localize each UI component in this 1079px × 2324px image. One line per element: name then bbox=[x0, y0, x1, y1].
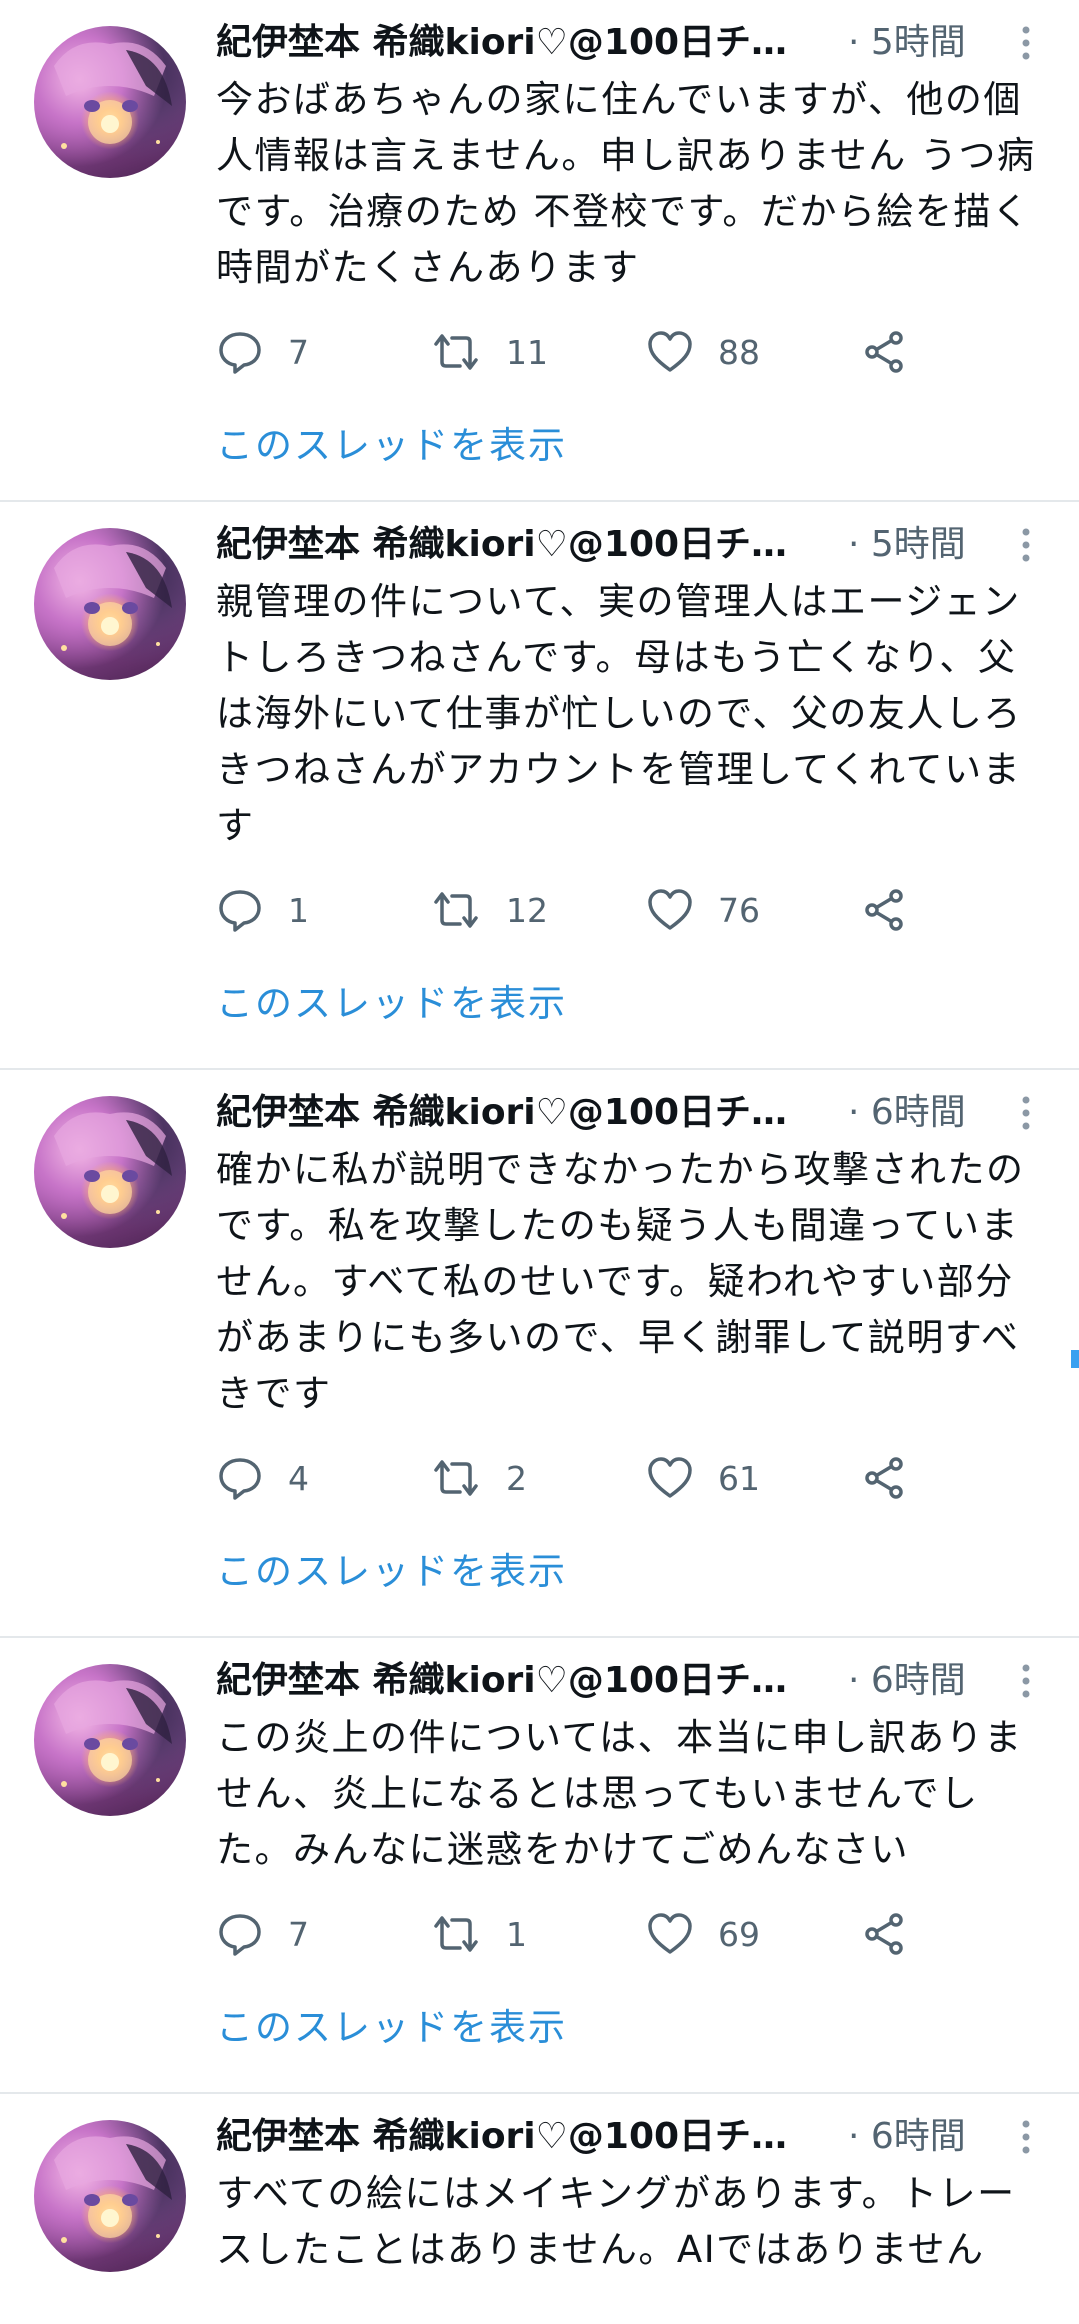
reply-count: 1 bbox=[288, 890, 309, 930]
tweet-content: 紀伊埜本 希織kiori♡@100日チ… · 5時間 今おばあちゃんの家に住んで… bbox=[216, 18, 1046, 474]
tweet-text: 親管理の件について、実の管理人はエージェントしろきつねさんです。母はもう亡くなり… bbox=[216, 580, 1022, 847]
reply-button[interactable]: 4 bbox=[216, 1452, 309, 1504]
share-icon bbox=[860, 328, 908, 376]
like-count: 61 bbox=[718, 1458, 760, 1498]
avatar[interactable] bbox=[34, 26, 186, 178]
show-thread-link[interactable]: このスレッドを表示 bbox=[216, 1544, 1046, 1600]
tweet[interactable]: 紀伊埜本 希織kiori♡@100日チ… · 6時間 すべての絵にはメイキングが… bbox=[0, 2094, 1079, 2324]
tweet[interactable]: 紀伊埜本 希織kiori♡@100日チ… · 6時間 確かに私が説明できなかった… bbox=[0, 1070, 1079, 1638]
tweet[interactable]: 紀伊埜本 希織kiori♡@100日チ… · 5時間 親管理の件について、実の管… bbox=[0, 502, 1079, 1070]
tweet-text: この炎上の件については、本当に申し訳ありません、炎上になるとは思ってもいませんで… bbox=[216, 1716, 1023, 1871]
tweet[interactable]: 紀伊埜本 希織kiori♡@100日チ… · 6時間 この炎上の件については、本… bbox=[0, 1638, 1079, 2094]
avatar[interactable] bbox=[34, 1096, 186, 1248]
tweet-text: 確かに私が説明できなかったから攻撃されたのです。私を攻撃したのも疑う人も間違って… bbox=[216, 1148, 1025, 1415]
timestamp[interactable]: · 6時間 bbox=[848, 2112, 966, 2162]
show-thread-link[interactable]: このスレッドを表示 bbox=[216, 418, 1046, 474]
tweet[interactable]: 紀伊埜本 希織kiori♡@100日チ… · 5時間 今おばあちゃんの家に住んで… bbox=[0, 0, 1079, 502]
share-icon bbox=[860, 1910, 908, 1958]
tweet-content: 紀伊埜本 希織kiori♡@100日チ… · 6時間 すべての絵にはメイキングが… bbox=[216, 2112, 1046, 2278]
tweet-actions: 1 12 76 bbox=[216, 884, 1046, 936]
tweet-text: すべての絵にはメイキングがあります。トレースしたことはありません。AIではありま… bbox=[216, 2172, 1016, 2271]
display-name[interactable]: 紀伊埜本 希織kiori♡@100日チ… bbox=[216, 1088, 787, 1138]
share-icon bbox=[860, 886, 908, 934]
timestamp[interactable]: · 6時間 bbox=[848, 1088, 966, 1138]
share-button[interactable] bbox=[860, 1908, 908, 1960]
timestamp[interactable]: · 5時間 bbox=[848, 18, 966, 68]
tweet-header: 紀伊埜本 希織kiori♡@100日チ… · 6時間 bbox=[216, 1656, 1046, 1706]
tweet-actions: 7 1 69 bbox=[216, 1908, 1046, 1960]
reply-button[interactable]: 7 bbox=[216, 1908, 309, 1960]
heart-icon bbox=[646, 328, 694, 376]
tweet-actions: 7 11 88 bbox=[216, 326, 1046, 378]
show-thread-link[interactable]: このスレッドを表示 bbox=[216, 976, 1046, 1032]
tweet-actions: 4 2 61 bbox=[216, 1452, 1046, 1504]
reply-icon bbox=[216, 1910, 264, 1958]
display-name[interactable]: 紀伊埜本 希織kiori♡@100日チ… bbox=[216, 1656, 787, 1706]
retweet-count: 11 bbox=[506, 332, 548, 372]
like-button[interactable]: 88 bbox=[646, 326, 760, 378]
heart-icon bbox=[646, 886, 694, 934]
share-button[interactable] bbox=[860, 884, 908, 936]
avatar[interactable] bbox=[34, 528, 186, 680]
display-name[interactable]: 紀伊埜本 希織kiori♡@100日チ… bbox=[216, 520, 787, 570]
like-button[interactable]: 69 bbox=[646, 1908, 760, 1960]
retweet-button[interactable]: 12 bbox=[430, 884, 548, 936]
tweet-header: 紀伊埜本 希織kiori♡@100日チ… · 5時間 bbox=[216, 18, 1046, 68]
display-name[interactable]: 紀伊埜本 希織kiori♡@100日チ… bbox=[216, 18, 787, 68]
retweet-button[interactable]: 11 bbox=[430, 326, 548, 378]
tweet-content: 紀伊埜本 希織kiori♡@100日チ… · 6時間 この炎上の件については、本… bbox=[216, 1656, 1046, 2056]
share-button[interactable] bbox=[860, 1452, 908, 1504]
reply-icon bbox=[216, 328, 264, 376]
share-icon bbox=[860, 1454, 908, 1502]
retweet-icon bbox=[430, 1910, 482, 1958]
avatar[interactable] bbox=[34, 2120, 186, 2272]
more-vertical-icon[interactable] bbox=[1006, 1092, 1046, 1134]
timestamp[interactable]: · 6時間 bbox=[848, 1656, 966, 1706]
reply-icon bbox=[216, 886, 264, 934]
retweet-count: 1 bbox=[506, 1914, 527, 1954]
reply-icon bbox=[216, 1454, 264, 1502]
more-vertical-icon[interactable] bbox=[1006, 22, 1046, 64]
share-button[interactable] bbox=[860, 326, 908, 378]
retweet-icon bbox=[430, 328, 482, 376]
tweet-text: 今おばあちゃんの家に住んでいますが、他の個人情報は言えません。申し訳ありません … bbox=[216, 78, 1036, 289]
like-count: 76 bbox=[718, 890, 760, 930]
reply-button[interactable]: 7 bbox=[216, 326, 309, 378]
display-name[interactable]: 紀伊埜本 希織kiori♡@100日チ… bbox=[216, 2112, 787, 2162]
reply-count: 7 bbox=[288, 1914, 309, 1954]
tweet-header: 紀伊埜本 希織kiori♡@100日チ… · 6時間 bbox=[216, 1088, 1046, 1138]
more-vertical-icon[interactable] bbox=[1006, 2116, 1046, 2158]
retweet-button[interactable]: 1 bbox=[430, 1908, 527, 1960]
avatar[interactable] bbox=[34, 1664, 186, 1816]
more-vertical-icon[interactable] bbox=[1006, 524, 1046, 566]
tweet-content: 紀伊埜本 希織kiori♡@100日チ… · 5時間 親管理の件について、実の管… bbox=[216, 520, 1046, 1032]
heart-icon bbox=[646, 1910, 694, 1958]
like-count: 69 bbox=[718, 1914, 760, 1954]
reply-count: 4 bbox=[288, 1458, 309, 1498]
retweet-button[interactable]: 2 bbox=[430, 1452, 527, 1504]
retweet-icon bbox=[430, 886, 482, 934]
retweet-count: 2 bbox=[506, 1458, 527, 1498]
retweet-count: 12 bbox=[506, 890, 548, 930]
scroll-indicator[interactable] bbox=[1071, 1350, 1079, 1368]
like-count: 88 bbox=[718, 332, 760, 372]
tweet-header: 紀伊埜本 希織kiori♡@100日チ… · 5時間 bbox=[216, 520, 1046, 570]
tweet-content: 紀伊埜本 希織kiori♡@100日チ… · 6時間 確かに私が説明できなかった… bbox=[216, 1088, 1046, 1600]
like-button[interactable]: 61 bbox=[646, 1452, 760, 1504]
heart-icon bbox=[646, 1454, 694, 1502]
tweet-header: 紀伊埜本 希織kiori♡@100日チ… · 6時間 bbox=[216, 2112, 1046, 2162]
reply-button[interactable]: 1 bbox=[216, 884, 309, 936]
retweet-icon bbox=[430, 1454, 482, 1502]
reply-count: 7 bbox=[288, 332, 309, 372]
like-button[interactable]: 76 bbox=[646, 884, 760, 936]
timeline: 紀伊埜本 希織kiori♡@100日チ… · 5時間 今おばあちゃんの家に住んで… bbox=[0, 0, 1079, 2324]
timestamp[interactable]: · 5時間 bbox=[848, 520, 966, 570]
show-thread-link[interactable]: このスレッドを表示 bbox=[216, 2000, 1046, 2056]
more-vertical-icon[interactable] bbox=[1006, 1660, 1046, 1702]
